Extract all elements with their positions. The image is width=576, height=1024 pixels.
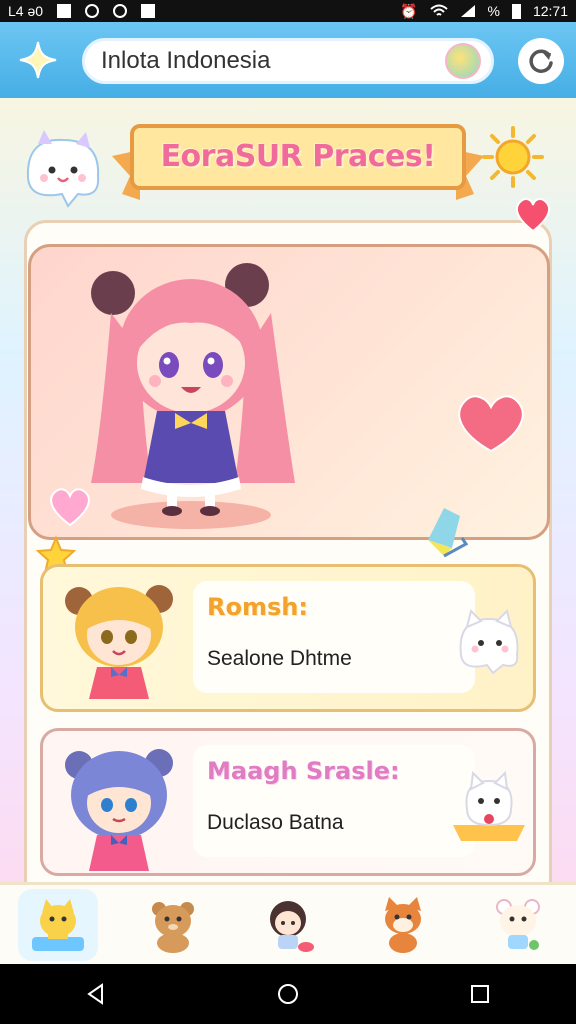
cat-character-icon — [31, 898, 84, 951]
home-circle-icon — [278, 984, 298, 1004]
refresh-button[interactable] — [518, 38, 564, 84]
recents-button[interactable] — [460, 974, 500, 1014]
search-icon[interactable] — [445, 43, 481, 79]
banner-title: EoraSUR Praces! — [160, 138, 436, 174]
tab-cat[interactable] — [17, 888, 98, 961]
signal-icon — [460, 5, 475, 17]
back-button[interactable] — [76, 974, 116, 1014]
top-bar — [0, 22, 576, 98]
home-button[interactable] — [268, 974, 308, 1014]
character-card-2[interactable]: Maagh Srasle: Duclaso Batna — [40, 728, 536, 876]
settings-icon — [113, 4, 128, 18]
sun-icon — [482, 126, 544, 188]
refresh-icon — [529, 49, 553, 73]
app-screen: EoraSUR Praces! — [0, 22, 576, 964]
status-left-text: L4 ǝ0 — [8, 3, 44, 19]
tab-fox[interactable] — [363, 889, 443, 961]
wifi-icon — [429, 4, 448, 16]
system-navigation-bar — [0, 964, 576, 1024]
pink-heart-icon — [50, 488, 90, 527]
tab-girl[interactable] — [248, 889, 328, 961]
tab-bunny[interactable] — [478, 889, 558, 961]
pink-heart-blob-icon — [458, 395, 524, 453]
search-bar[interactable] — [82, 38, 494, 84]
tab-bear[interactable] — [133, 889, 213, 961]
bunny-character-icon — [496, 898, 541, 950]
banner: EoraSUR Praces! — [0, 108, 576, 218]
character-card-1[interactable]: Romsh: Sealone Dhtme — [40, 564, 536, 712]
card-2-title: Maagh Srasle: — [207, 757, 400, 785]
crayon-icon — [428, 508, 469, 558]
cat-on-cake-icon — [453, 770, 525, 841]
sparkle-menu-button[interactable] — [16, 38, 60, 82]
bear-character-icon — [151, 901, 194, 953]
sparkle-icon — [19, 41, 57, 79]
clock: 12:71 — [532, 3, 568, 19]
notification-icon — [57, 4, 72, 18]
card-1-title: Romsh: — [207, 593, 308, 621]
blonde-girl-avatar — [65, 585, 173, 699]
fox-character-icon — [385, 896, 422, 953]
heart-icon — [515, 198, 551, 233]
bottom-tab-bar — [0, 882, 576, 964]
image-icon — [141, 4, 156, 18]
sync-icon — [85, 4, 100, 18]
battery-icon — [511, 3, 521, 19]
back-triangle-icon — [87, 983, 103, 1005]
featured-character-card[interactable] — [28, 244, 550, 540]
white-cat-ghost-icon — [459, 609, 519, 675]
pink-hair-girl-avatar — [91, 263, 295, 529]
blue-hair-girl-avatar — [65, 749, 173, 871]
battery-percent: % — [487, 3, 500, 19]
ghost-mascot-icon — [26, 130, 100, 208]
card-2-subtitle: Duclaso Batna — [207, 811, 344, 834]
status-bar: L4 ǝ0 ⏰ % 12:71 — [0, 0, 576, 22]
card-1-subtitle: Sealone Dhtme — [207, 647, 352, 670]
alarm-icon: ⏰ — [400, 2, 418, 19]
girl-character-icon — [269, 900, 314, 952]
search-input[interactable] — [101, 47, 445, 75]
recents-square-icon — [471, 985, 489, 1003]
